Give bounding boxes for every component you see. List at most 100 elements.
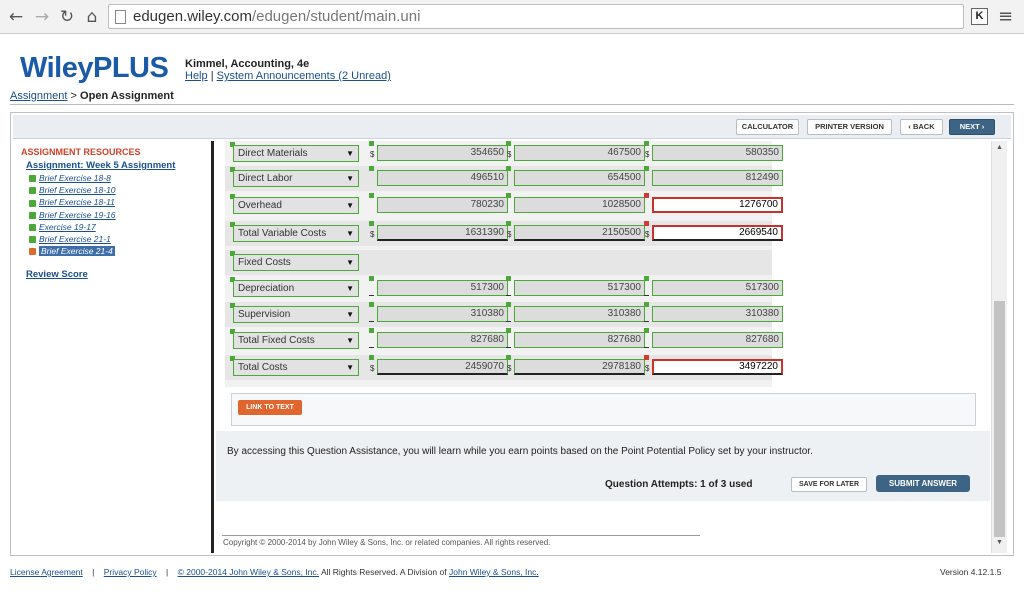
amount-input[interactable]: 780230 [377,197,508,213]
exercise-item[interactable]: Brief Exercise 18-11 [29,197,116,209]
exercise-label: Exercise 19-17 [39,221,96,232]
error-icon [644,355,649,360]
amount-input[interactable]: 827680 [377,332,508,348]
version-text: Version 4.12.1.5 [940,567,1002,577]
extension-icon[interactable]: K [971,8,988,25]
amount-input[interactable]: 517300 [652,280,783,296]
link-to-text-button[interactable]: LINK TO TEXT [238,400,302,415]
amount-input[interactable]: 580350 [652,145,783,161]
amount-input[interactable]: 2150500 [514,225,645,241]
exercise-list: Brief Exercise 18-8 Brief Exercise 18-10 B… [29,173,116,258]
amount-input[interactable]: 1631390 [377,225,508,241]
next-button[interactable]: NEXT › [949,119,995,135]
scroll-thumb[interactable] [994,301,1005,537]
printer-version-button[interactable]: PRINTER VERSION [807,119,892,135]
exercise-item[interactable]: Brief Exercise 21-4 [29,246,116,258]
url-text: edugen.wiley.com/edugen/student/main.uni [133,8,421,25]
assignment-link[interactable]: Assignment: Week 5 Assignment [26,160,175,171]
menu-icon[interactable]: ≡ [998,6,1013,27]
row-label: Overhead [238,200,282,211]
check-icon [369,276,374,281]
forward-arrow-icon[interactable]: → [32,7,52,27]
license-agreement-link[interactable]: License Agreement [10,567,83,577]
content-scrollbar[interactable]: ▲ ▼ [991,141,1007,553]
amount-input[interactable]: 310380 [652,306,783,322]
assistance-text: By accessing this Question Assistance, y… [227,446,813,457]
amount-input[interactable]: 827680 [652,332,783,348]
scroll-up-icon[interactable]: ▲ [996,144,1003,151]
exercise-item[interactable]: Brief Exercise 19-16 [29,210,116,222]
currency-symbol: $ [370,150,375,159]
row-label: Depreciation [238,283,295,294]
amount-input[interactable]: 654500 [514,170,645,186]
amount-input[interactable]: 1276700 [652,197,783,213]
amount-input[interactable]: 310380 [514,306,645,322]
exercise-item[interactable]: Exercise 19-17 [29,222,116,234]
announcements-link[interactable]: System Announcements (2 Unread) [217,70,391,82]
back-arrow-icon[interactable]: ← [6,7,26,27]
save-for-later-button[interactable]: SAVE FOR LATER [791,477,867,492]
check-icon [506,141,511,146]
amount-input[interactable]: 517300 [377,280,508,296]
current-marker-icon [29,248,36,256]
cost-row: Fixed Costs ▼ [225,250,772,275]
reload-icon[interactable]: ↻ [57,7,77,27]
question-attempts: Question Attempts: 1 of 3 used [605,479,753,490]
wiley-division-link[interactable]: John Wiley & Sons, Inc. [449,567,539,577]
row-label-select[interactable]: Total Costs ▼ [233,359,359,376]
exercise-item[interactable]: Brief Exercise 18-8 [29,173,116,185]
assignment-toolbar: CALCULATOR PRINTER VERSION ‹ BACK NEXT › [13,115,1011,139]
amount-input[interactable]: 812490 [652,170,783,186]
row-label-select[interactable]: Fixed Costs ▼ [233,254,359,271]
dropdown-arrow-icon: ▼ [346,258,354,267]
scroll-down-icon[interactable]: ▼ [996,539,1003,546]
blank-symbol [506,347,511,348]
amount-input[interactable]: 354650 [377,145,508,161]
amount-input[interactable]: 1028500 [514,197,645,213]
wileyplus-logo[interactable]: WileyPLUS [20,52,169,85]
review-score-link[interactable]: Review Score [26,269,88,280]
back-button[interactable]: ‹ BACK [900,119,943,135]
row-label-select[interactable]: Direct Materials ▼ [233,145,359,162]
error-icon [644,221,649,226]
copyright-link[interactable]: © 2000-2014 John Wiley & Sons, Inc. [178,567,319,577]
row-label: Direct Materials [238,148,308,159]
breadcrumb-assignment[interactable]: Assignment [10,90,67,102]
amount-input[interactable]: 517300 [514,280,645,296]
row-label: Fixed Costs [238,257,291,268]
amount-input[interactable]: 310380 [377,306,508,322]
amount-input[interactable]: 2459070 [377,359,508,375]
privacy-policy-link[interactable]: Privacy Policy [104,567,157,577]
blank-symbol [506,321,511,322]
home-icon[interactable]: ⌂ [82,7,102,27]
amount-input[interactable]: 2669540 [652,225,783,241]
exercise-item[interactable]: Brief Exercise 18-10 [29,185,116,197]
check-icon [29,224,36,231]
row-label-select[interactable]: Depreciation ▼ [233,280,359,297]
calculator-button[interactable]: CALCULATOR [736,119,799,135]
row-label-select[interactable]: Total Fixed Costs ▼ [233,332,359,349]
row-label: Supervision [238,309,291,320]
address-bar[interactable]: edugen.wiley.com/edugen/student/main.uni… [108,4,964,29]
amount-input[interactable]: 467500 [514,145,645,161]
amount-input[interactable]: 496510 [377,170,508,186]
check-icon [506,166,511,171]
breadcrumb-current: Open Assignment [80,90,174,102]
row-label-select[interactable]: Supervision ▼ [233,306,359,323]
blank-symbol [644,321,649,322]
check-icon [369,355,374,360]
row-label-select[interactable]: Total Variable Costs ▼ [233,225,359,242]
amount-input[interactable]: 827680 [514,332,645,348]
header-divider [10,104,1014,105]
dropdown-arrow-icon: ▼ [346,336,354,345]
submit-answer-button[interactable]: SUBMIT ANSWER [876,475,970,492]
help-link[interactable]: Help [185,70,208,82]
exercise-item[interactable]: Brief Exercise 21-1 [29,234,116,246]
footer-separator: | [92,567,95,577]
amount-input[interactable]: 3497220 [652,359,783,375]
row-label-select[interactable]: Overhead ▼ [233,197,359,214]
check-icon [644,141,649,146]
amount-input[interactable]: 2978180 [514,359,645,375]
row-label-select[interactable]: Direct Labor ▼ [233,170,359,187]
check-icon [369,166,374,171]
